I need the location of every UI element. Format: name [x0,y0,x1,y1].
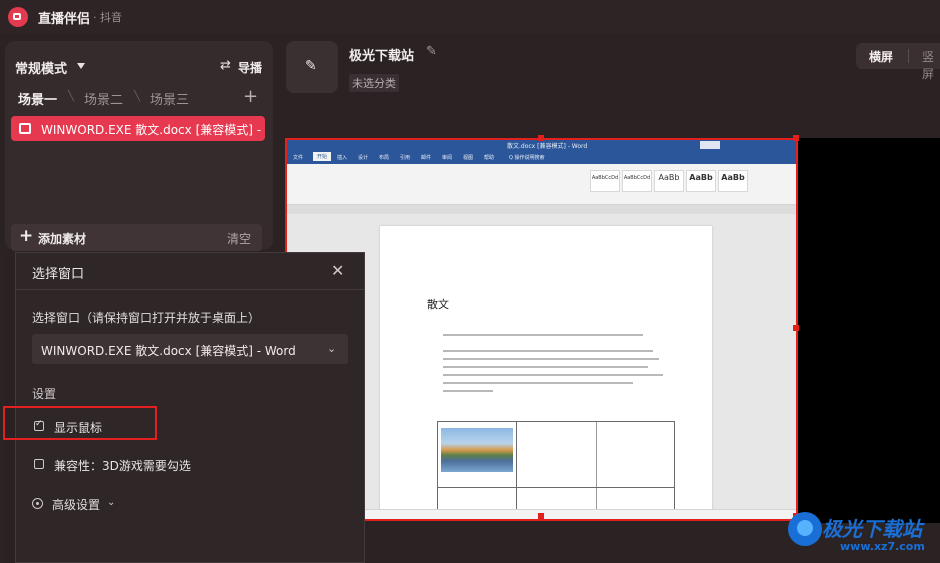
word-tab: 审阅 [442,155,453,161]
edit-icon: ✎ [305,58,317,74]
add-source-bar: + 添加素材 清空 [11,224,262,251]
resize-handle[interactable] [793,135,799,141]
cover-edit-tile[interactable]: ✎ [286,41,338,93]
guide-button[interactable]: 导播 [238,59,262,76]
resize-handle[interactable] [538,135,544,141]
chevron-down-icon[interactable]: ⌄ [107,497,115,508]
select-window-dialog: 选择窗口 ✕ 选择窗口（请保持窗口打开并放于桌面上） WINWORD.EXE 散… [3,252,365,563]
add-scene-icon[interactable]: + [243,86,258,107]
doc-landscape-image [441,428,513,472]
word-document-page: 散文 [380,226,712,519]
portrait-button[interactable]: 竖屏 [922,48,940,82]
caret-down-icon[interactable] [77,63,85,69]
source-label: WINWORD.EXE 散文.docx [兼容模式] - Word [41,123,261,137]
dialog-divider [16,289,364,290]
word-ribbon-tabs: 文件 开始 插入 设计 布局 引用 邮件 审阅 视图 帮助 Q 操作说明搜索 [287,152,796,164]
word-tab: 帮助 [484,155,495,161]
doc-text-line [443,358,659,360]
highlight-annotation [3,406,157,440]
word-tab: 邮件 [421,155,432,161]
word-tab: 布局 [379,155,390,161]
watermark-url: www.xz7.com [840,540,925,553]
word-ruler [287,205,796,214]
doc-text-line [443,334,643,336]
select-window-label: 选择窗口（请保持窗口打开并放于桌面上） [32,311,261,325]
word-tab: 文件 [293,155,304,161]
doc-text-line [443,382,633,384]
category-badge[interactable]: 未选分类 [349,74,399,92]
swap-icon[interactable]: ⇄ [220,58,231,73]
plus-icon[interactable]: + [19,226,33,246]
window-select-value: WINWORD.EXE 散文.docx [兼容模式] - Word [41,344,296,358]
app-title: 直播伴侣 [38,12,91,27]
word-signin-button [700,141,720,149]
mode-selector[interactable]: 常规模式 [15,58,67,77]
word-title-bar: 散文.docx [兼容模式] - Word [287,140,796,152]
word-style-nospacing: AaBbCcDd [622,170,652,192]
word-tab: 视图 [463,155,474,161]
word-style-heading2: AaBb [718,170,748,192]
app-logo-icon [8,7,28,27]
word-ribbon: AaBbCcDd AaBbCcDd AaBb AaBb AaBb [287,164,796,205]
source-item-word[interactable]: WINWORD.EXE 散文.docx [兼容模式] - Word [11,116,265,141]
doc-text-line [443,366,648,368]
doc-text-line [443,350,653,352]
word-tab: 插入 [337,155,348,161]
scene-separator: ╲ [134,91,141,102]
clear-button[interactable]: 清空 [227,230,251,247]
word-tab: 引用 [400,155,411,161]
scene-separator: ╲ [68,91,75,102]
resize-handle[interactable] [538,513,544,519]
word-style-heading1: AaBb [686,170,716,192]
preview-canvas-bg [798,138,940,523]
chevron-down-icon: ⌄ [327,342,337,355]
divider [908,49,909,63]
scene-tab-1[interactable]: 场景一 [18,89,57,108]
window-icon [19,123,31,134]
compat-checkbox[interactable] [34,459,44,469]
word-tab: Q 操作说明搜索 [509,155,545,161]
room-title: 极光下载站 [349,49,415,64]
watermark-text: 极光下载站 [822,517,922,541]
doc-table [437,421,675,516]
dialog-title: 选择窗口 [32,267,85,282]
word-tab-active: 开始 [313,152,332,161]
orientation-toggle: 横屏 竖屏 [856,43,940,81]
scene-tab-3[interactable]: 场景三 [150,89,189,108]
landscape-button[interactable]: 横屏 [869,48,893,65]
table-divider [596,422,597,515]
add-source-button[interactable]: 添加素材 [38,230,86,247]
settings-gear-icon[interactable] [32,498,43,509]
compat-label[interactable]: 兼容性：3D游戏需要勾选 [54,457,191,474]
watermark-logo [788,512,822,546]
doc-title: 散文 [427,298,449,311]
close-icon[interactable]: ✕ [331,261,344,280]
table-divider [516,422,517,515]
advanced-settings-button[interactable]: 高级设置 [52,496,100,513]
platform-label: · 抖音 [93,11,122,24]
scene-tab-2[interactable]: 场景二 [84,89,123,108]
table-divider [438,487,674,488]
window-select-dropdown[interactable]: WINWORD.EXE 散文.docx [兼容模式] - Word ⌄ [32,334,348,364]
edit-title-icon[interactable]: ✎ [426,44,437,59]
resize-handle[interactable] [793,325,799,331]
settings-label: 设置 [32,387,57,401]
word-style-heading: AaBb [654,170,684,192]
word-style-normal: AaBbCcDd [590,170,620,192]
word-tab: 设计 [358,155,369,161]
word-window-title: 散文.docx [兼容模式] - Word [507,143,588,150]
doc-text-line [443,390,493,392]
doc-text-line [443,374,663,376]
title-bar: 直播伴侣 · 抖音 [0,0,940,34]
